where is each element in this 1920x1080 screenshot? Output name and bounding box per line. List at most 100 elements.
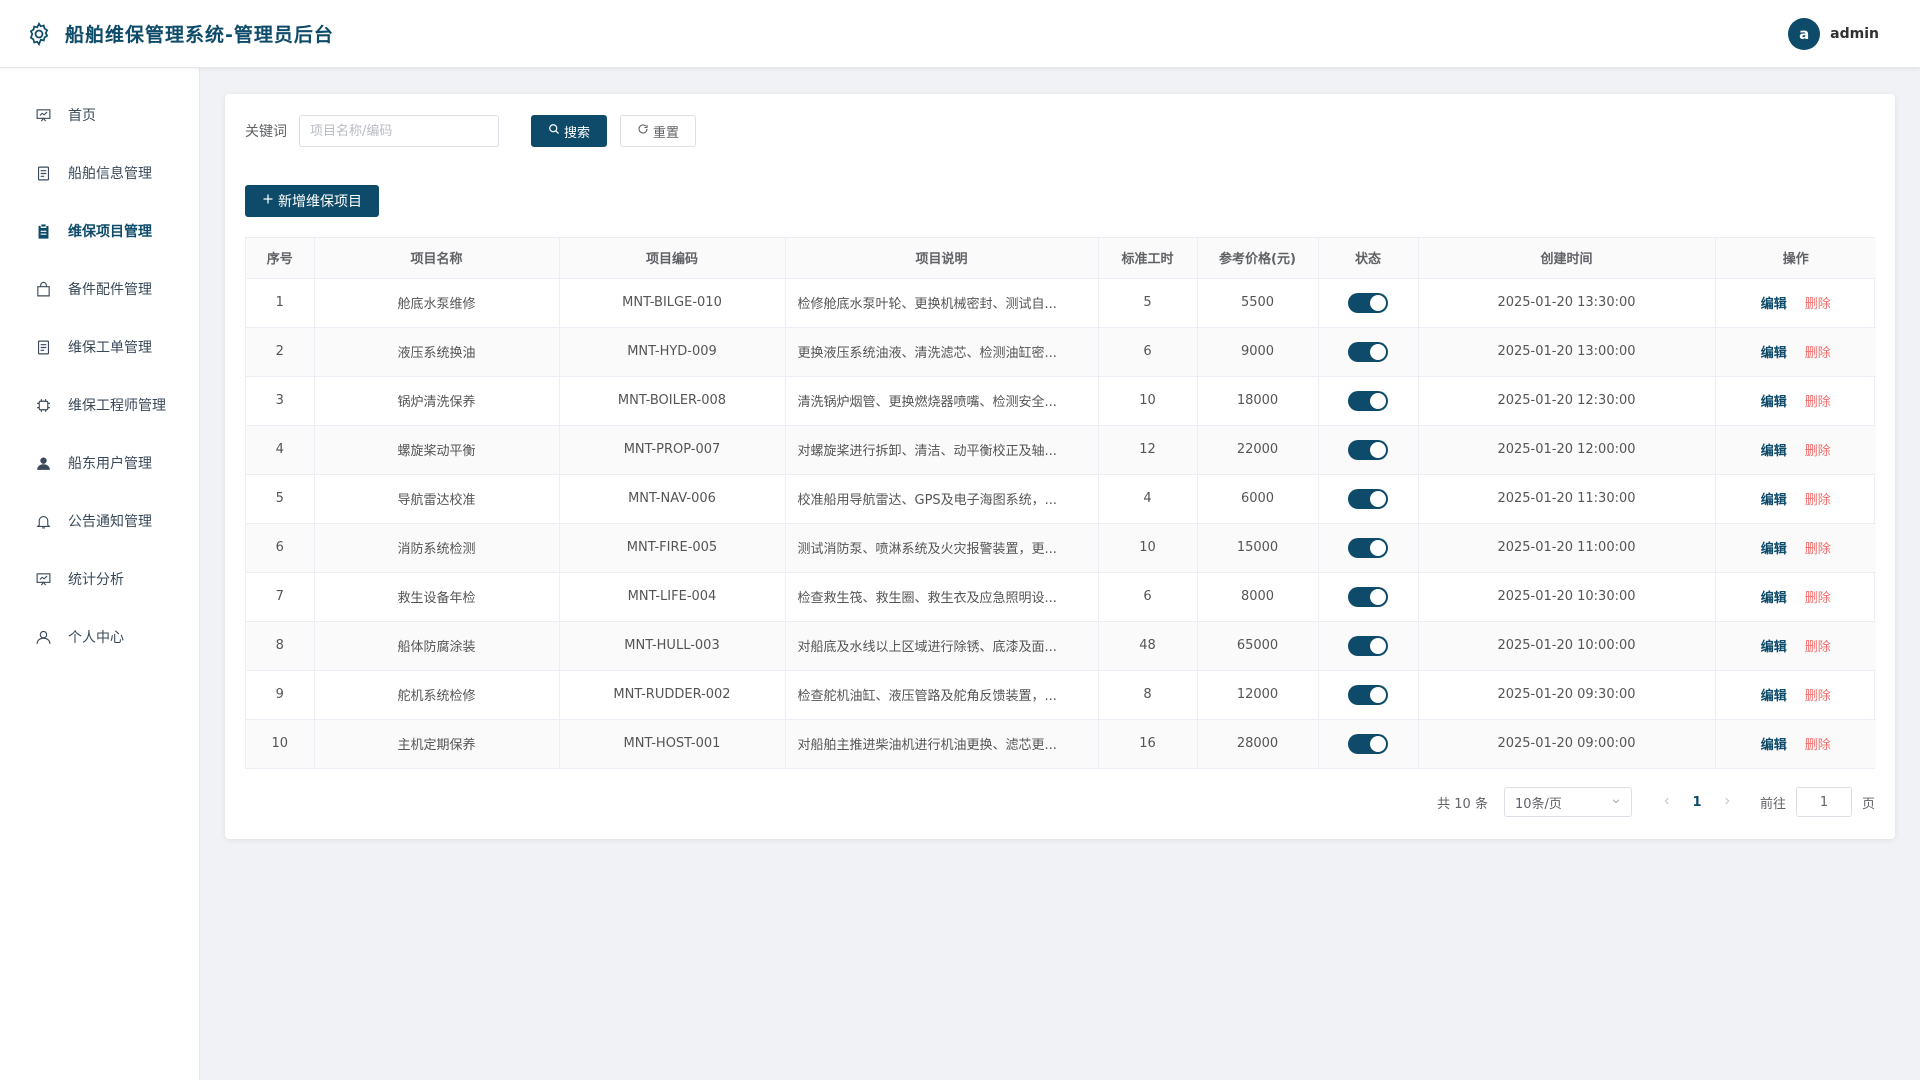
cell-status: [1318, 425, 1419, 475]
next-page-button[interactable]: [1714, 795, 1740, 810]
edit-button[interactable]: 编辑: [1761, 493, 1787, 508]
bell-icon: [34, 512, 52, 530]
cell-project-code: MNT-RUDDER-002: [559, 670, 786, 720]
edit-button[interactable]: 编辑: [1761, 346, 1787, 361]
status-toggle[interactable]: [1348, 537, 1388, 558]
sidebar: 首页 船舶信息管理 维保项目管理 备件配件管理 维保工单管理 维保工程师管理 船…: [0, 68, 200, 1080]
cell-reference-price: 22000: [1197, 425, 1319, 475]
username[interactable]: admin: [1830, 26, 1879, 42]
delete-button[interactable]: 删除: [1805, 444, 1831, 459]
search-button[interactable]: 搜索: [531, 115, 608, 147]
status-toggle[interactable]: [1348, 684, 1388, 705]
status-toggle[interactable]: [1348, 635, 1388, 656]
edit-button[interactable]: 编辑: [1761, 591, 1787, 606]
status-toggle[interactable]: [1348, 439, 1388, 460]
cell-reference-price: 8000: [1197, 572, 1319, 622]
add-maintenance-project-button[interactable]: 新增维保项目: [245, 185, 379, 217]
column-header-index: 序号: [246, 238, 315, 279]
cell-description: 检查救生筏、救生圈、救生衣及应急照明设...: [785, 572, 1099, 622]
cell-status: [1318, 474, 1419, 524]
cell-actions: 编辑 删除: [1715, 670, 1876, 720]
status-toggle[interactable]: [1348, 586, 1388, 607]
goto-label: 前往: [1759, 796, 1786, 812]
delete-button[interactable]: 删除: [1805, 738, 1831, 753]
sidebar-item-work-orders[interactable]: 维保工单管理: [0, 318, 199, 376]
cell-project-name: 救生设备年检: [314, 572, 560, 622]
app-title: 船舶维保管理系统-管理员后台: [65, 24, 334, 46]
user-menu[interactable]: a admin: [1788, 17, 1879, 50]
prev-page-button[interactable]: [1654, 795, 1680, 810]
cell-reference-price: 12000: [1197, 670, 1319, 720]
delete-button[interactable]: 删除: [1805, 493, 1831, 508]
status-toggle[interactable]: [1348, 390, 1388, 411]
reset-button[interactable]: 重置: [620, 115, 697, 147]
cell-standard-hours: 10: [1098, 523, 1198, 573]
sidebar-item-home[interactable]: 首页: [0, 86, 199, 144]
cell-reference-price: 65000: [1197, 621, 1319, 671]
sidebar-item-label: 备件配件管理: [68, 282, 152, 298]
cell-created-time: 2025-01-20 09:00:00: [1418, 719, 1716, 768]
cell-status: [1318, 719, 1419, 768]
cell-project-code: MNT-NAV-006: [559, 474, 786, 524]
avatar[interactable]: a: [1788, 17, 1821, 50]
cell-reference-price: 5500: [1197, 278, 1319, 328]
sidebar-item-spare-parts[interactable]: 备件配件管理: [0, 260, 199, 318]
cell-status: [1318, 621, 1419, 671]
delete-button[interactable]: 删除: [1805, 395, 1831, 410]
status-toggle[interactable]: [1348, 292, 1388, 313]
sidebar-item-notices[interactable]: 公告通知管理: [0, 492, 199, 550]
page-size-select[interactable]: 10条/页: [1503, 787, 1632, 817]
edit-button[interactable]: 编辑: [1761, 297, 1787, 312]
edit-button[interactable]: 编辑: [1761, 689, 1787, 704]
table-body: 1 舱底水泵维修 MNT-BILGE-010 检修舱底水泵叶轮、更换机械密封、测试自.…: [246, 278, 1876, 768]
sidebar-item-shipowners[interactable]: 船东用户管理: [0, 434, 199, 492]
delete-button[interactable]: 删除: [1805, 346, 1831, 361]
cell-description: 更换液压系统油液、清洗滤芯、检测油缸密...: [785, 327, 1099, 377]
status-toggle[interactable]: [1348, 341, 1388, 362]
sidebar-item-statistics[interactable]: 统计分析: [0, 550, 199, 608]
sidebar-item-profile[interactable]: 个人中心: [0, 608, 199, 666]
edit-button[interactable]: 编辑: [1761, 542, 1787, 557]
edit-button[interactable]: 编辑: [1761, 444, 1787, 459]
column-header-status: 状态: [1318, 238, 1419, 279]
sidebar-item-ship-info[interactable]: 船舶信息管理: [0, 144, 199, 202]
edit-button[interactable]: 编辑: [1761, 640, 1787, 655]
delete-button[interactable]: 删除: [1805, 640, 1831, 655]
delete-button[interactable]: 删除: [1805, 689, 1831, 704]
cell-created-time: 2025-01-20 13:30:00: [1418, 278, 1716, 328]
main-content: 关键词 搜索 重置 新增维保项目 序号: [225, 94, 1895, 839]
cell-index: 10: [246, 719, 315, 768]
cell-status: [1318, 278, 1419, 328]
edit-button[interactable]: 编辑: [1761, 738, 1787, 753]
cell-created-time: 2025-01-20 10:00:00: [1418, 621, 1716, 671]
status-toggle[interactable]: [1348, 733, 1388, 754]
status-toggle[interactable]: [1348, 488, 1388, 509]
cell-actions: 编辑 删除: [1715, 278, 1876, 328]
cell-created-time: 2025-01-20 09:30:00: [1418, 670, 1716, 720]
cell-reference-price: 6000: [1197, 474, 1319, 524]
presentation-icon: [34, 570, 52, 588]
gear-icon: [25, 20, 53, 48]
delete-button[interactable]: 删除: [1805, 297, 1831, 312]
keyword-input[interactable]: [299, 115, 499, 147]
search-button-label: 搜索: [564, 125, 591, 141]
cell-reference-price: 28000: [1197, 719, 1319, 768]
sidebar-item-engineers[interactable]: 维保工程师管理: [0, 376, 199, 434]
chevron-down-icon: [1611, 795, 1621, 810]
table-row: 3 锅炉清洗保养 MNT-BOILER-008 清洗锅炉烟管、更换燃烧器喷嘴、检测安全…: [246, 376, 1876, 426]
page-size-value: 10条/页: [1514, 796, 1562, 812]
sidebar-item-maintenance-project[interactable]: 维保项目管理: [0, 202, 199, 260]
delete-button[interactable]: 删除: [1805, 591, 1831, 606]
cell-standard-hours: 12: [1098, 425, 1198, 475]
plus-icon: [262, 193, 274, 209]
page-number-current[interactable]: 1: [1680, 795, 1714, 810]
cell-project-code: MNT-BOILER-008: [559, 376, 786, 426]
cell-index: 2: [246, 327, 315, 377]
delete-button[interactable]: 删除: [1805, 542, 1831, 557]
keyword-label: 关键词: [245, 124, 287, 140]
presentation-icon: [34, 106, 52, 124]
sidebar-item-label: 统计分析: [68, 572, 124, 588]
total-count: 共 10 条: [1437, 796, 1488, 812]
goto-page-input[interactable]: [1795, 787, 1852, 817]
edit-button[interactable]: 编辑: [1761, 395, 1787, 410]
